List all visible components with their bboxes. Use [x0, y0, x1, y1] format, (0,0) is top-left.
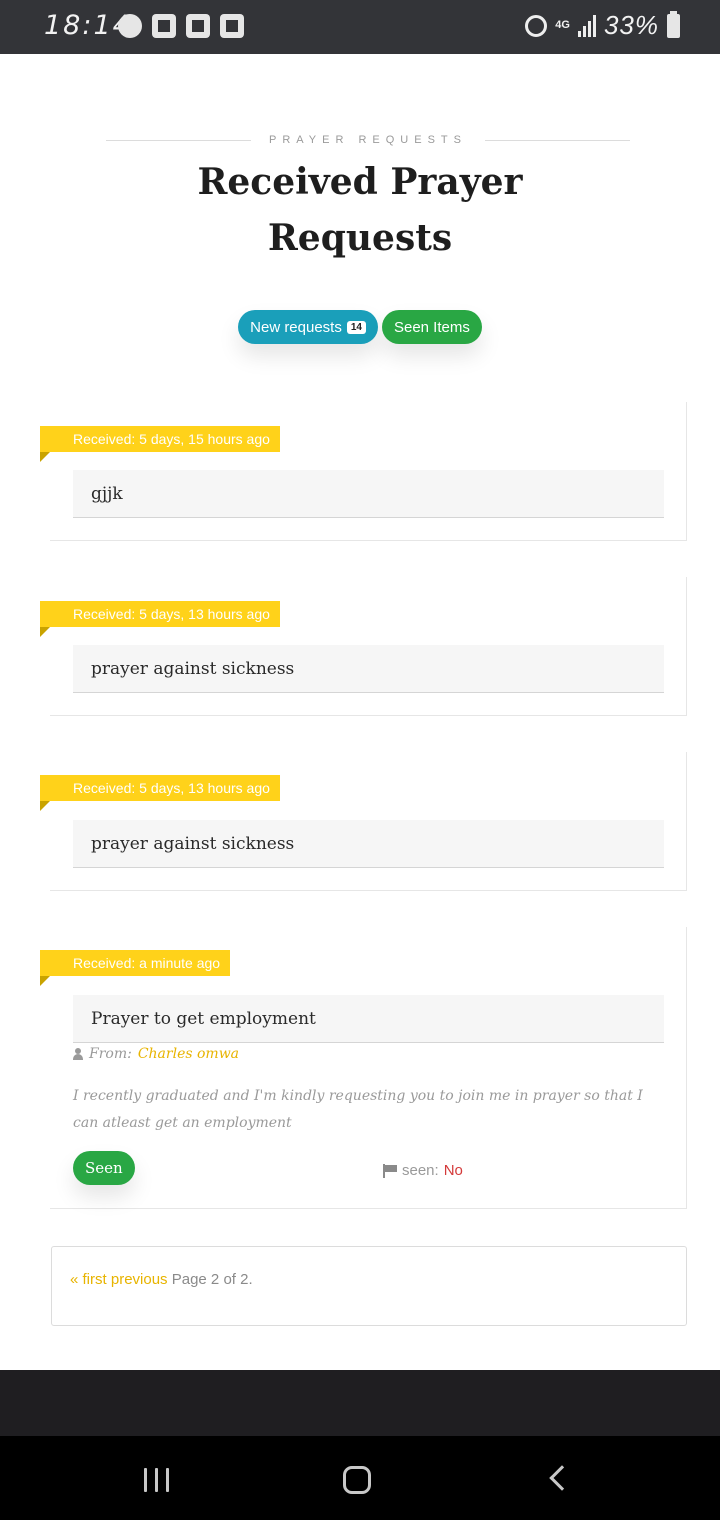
section-subtitle: PRAYER REQUESTS: [106, 132, 630, 148]
page-indicator: Page 2 of 2.: [171, 1271, 253, 1288]
received-ribbon: Received: 5 days, 15 hours ago: [40, 426, 280, 452]
whatsapp-icon: [118, 14, 142, 38]
back-icon[interactable]: [549, 1465, 575, 1491]
first-page-link[interactable]: « first: [70, 1271, 107, 1288]
mark-seen-button[interactable]: Seen: [73, 1151, 135, 1185]
gmail-icon: [152, 14, 176, 38]
request-title: prayer against sickness: [73, 645, 664, 693]
request-title: prayer against sickness: [73, 820, 664, 868]
request-card: Received: 5 days, 13 hours ago prayer ag…: [40, 752, 687, 891]
received-ribbon: Received: 5 days, 13 hours ago: [40, 601, 280, 627]
seen-label: seen:: [402, 1162, 439, 1179]
home-icon[interactable]: [343, 1466, 371, 1494]
filter-buttons: New requests 14 Seen Items: [0, 310, 720, 344]
system-icons: 4G 33%: [525, 10, 680, 41]
new-requests-button[interactable]: New requests 14: [238, 310, 378, 344]
request-card: Received: 5 days, 13 hours ago prayer ag…: [40, 577, 687, 716]
subtitle-text: PRAYER REQUESTS: [269, 134, 467, 146]
request-card: Received: 5 days, 15 hours ago gjjk: [40, 402, 687, 541]
navigation-bar: [0, 1436, 720, 1520]
request-card-expanded: Received: a minute ago Prayer to get emp…: [40, 927, 687, 1209]
user-icon: [73, 1048, 83, 1060]
received-ribbon: Received: a minute ago: [40, 950, 231, 976]
new-requests-label: New requests: [250, 318, 342, 336]
recent-apps-icon[interactable]: [144, 1468, 169, 1492]
request-title: gjjk: [73, 470, 664, 518]
new-requests-count-badge: 14: [346, 320, 366, 334]
status-bar: 18:14 4G 33%: [0, 0, 720, 54]
divider: [485, 139, 630, 141]
from-label: From:: [89, 1046, 132, 1062]
check-icon: [186, 14, 210, 38]
signal-icon: [577, 14, 596, 37]
pagination: « first previous Page 2 of 2.: [51, 1246, 687, 1326]
received-ribbon: Received: 5 days, 13 hours ago: [40, 775, 280, 801]
alarm-icon: [525, 14, 548, 37]
request-title: Prayer to get employment: [73, 995, 664, 1043]
flag-icon: [383, 1163, 397, 1178]
page-footer: [0, 1370, 720, 1436]
sender-name-link[interactable]: Charles omwa: [138, 1046, 239, 1062]
divider: [106, 139, 251, 141]
previous-page-link[interactable]: previous: [111, 1271, 168, 1288]
battery-icon: [667, 10, 680, 38]
seen-status: seen: No: [383, 1162, 463, 1179]
gallery-icon: [220, 14, 244, 38]
request-message: I recently graduated and I'm kindly requ…: [73, 1088, 643, 1131]
page-title: Received Prayer Requests: [197, 161, 523, 259]
network-type: 4G: [555, 19, 570, 31]
notification-icons: [118, 14, 244, 38]
seen-value: No: [443, 1162, 463, 1179]
request-sender: From: Charles omwa: [73, 1046, 239, 1062]
seen-items-button[interactable]: Seen Items: [381, 310, 482, 344]
battery-percent: 33%: [603, 10, 659, 40]
